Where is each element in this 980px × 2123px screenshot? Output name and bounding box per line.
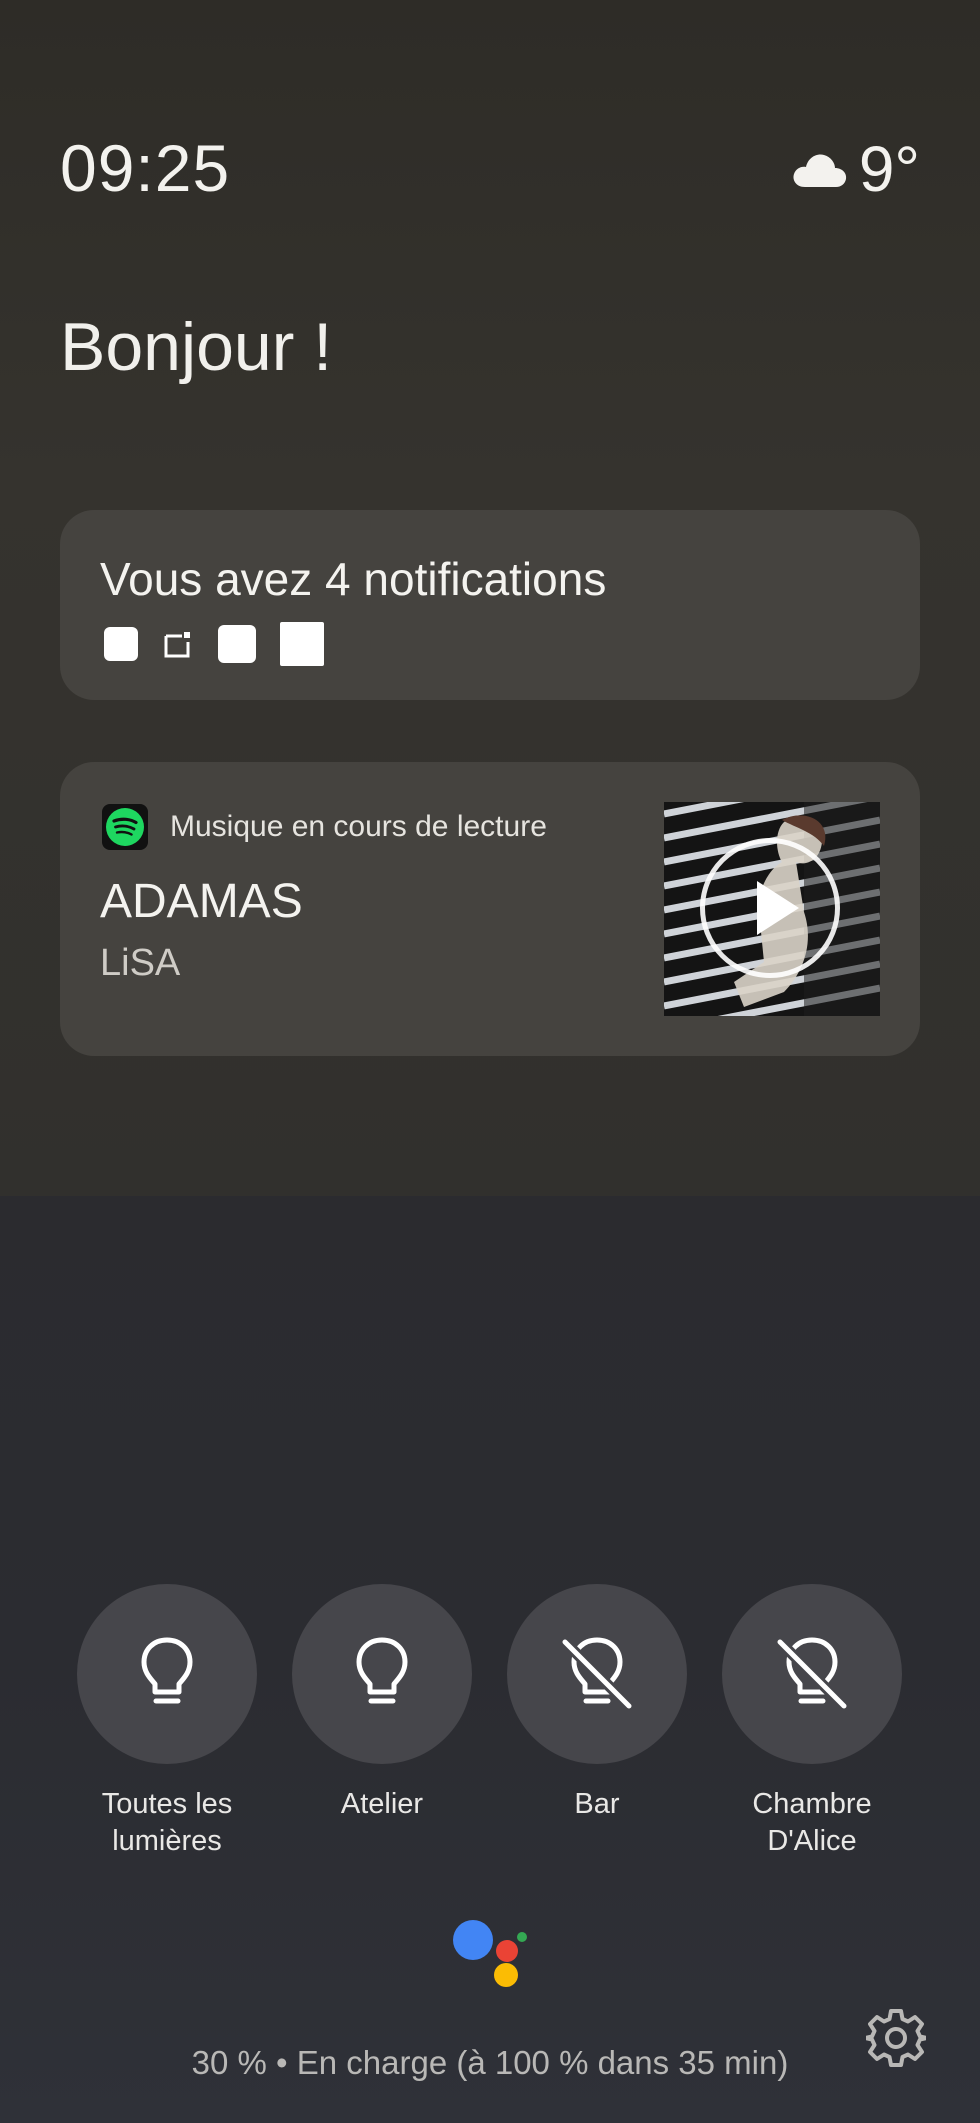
light-label: Bar [507,1786,687,1823]
light-label: Atelier [292,1786,472,1823]
lightbulb-off-icon [776,1637,848,1710]
light-toggle-chambre[interactable]: Chambre D'Alice [722,1584,902,1860]
notification-app-icon [104,627,138,661]
light-label-line1: Chambre [752,1788,872,1820]
light-label: Chambre D'Alice [722,1786,902,1860]
play-button[interactable] [700,838,840,978]
light-button[interactable] [77,1584,257,1764]
notification-app-icon [218,625,256,663]
notifications-card[interactable]: Vous avez 4 notifications [60,510,920,700]
track-artist: LiSA [100,942,181,984]
light-button[interactable] [722,1584,902,1764]
google-assistant-button[interactable] [450,1918,530,1988]
notifications-title: Vous avez 4 notifications [100,553,607,605]
lightbulb-icon [356,1637,408,1704]
light-label-line1: Toutes les [101,1788,233,1820]
light-button[interactable] [292,1584,472,1764]
now-playing-card[interactable]: Musique en cours de lecture ADAMAS LiSA [60,762,920,1056]
light-label-line1: Bar [574,1788,620,1820]
light-toggle-atelier[interactable]: Atelier [292,1584,472,1823]
light-button[interactable] [507,1584,687,1764]
cloud-icon [793,154,846,187]
light-toggle-all[interactable]: Toutes les lumières [77,1584,257,1860]
greeting: Bonjour ! [60,309,333,385]
light-label: Toutes les lumières [77,1786,257,1860]
notification-app-icon [164,632,190,658]
light-label-line2: D'Alice [767,1825,857,1857]
lightbulb-off-icon [561,1637,633,1710]
spotify-icon [102,804,148,850]
play-icon [757,881,799,935]
light-toggle-bar[interactable]: Bar [507,1584,687,1823]
notification-app-icon [280,622,324,666]
track-title: ADAMAS [100,875,303,928]
gear-icon [863,2009,929,2067]
now-playing-label: Musique en cours de lecture [170,810,547,843]
temperature: 9° [858,133,920,205]
light-label-line1: Atelier [340,1788,424,1820]
settings-button[interactable] [863,2008,929,2068]
battery-status: 30 % • En charge (à 100 % dans 35 min) [191,2044,789,2081]
clock: 09:25 [60,131,231,205]
light-label-line2: lumières [112,1825,222,1857]
album-art[interactable] [664,802,880,1016]
lightbulb-icon [141,1637,193,1704]
weather-widget[interactable]: 9° [791,132,920,206]
notification-icons [104,622,324,666]
google-assistant-icon [453,1920,527,1987]
